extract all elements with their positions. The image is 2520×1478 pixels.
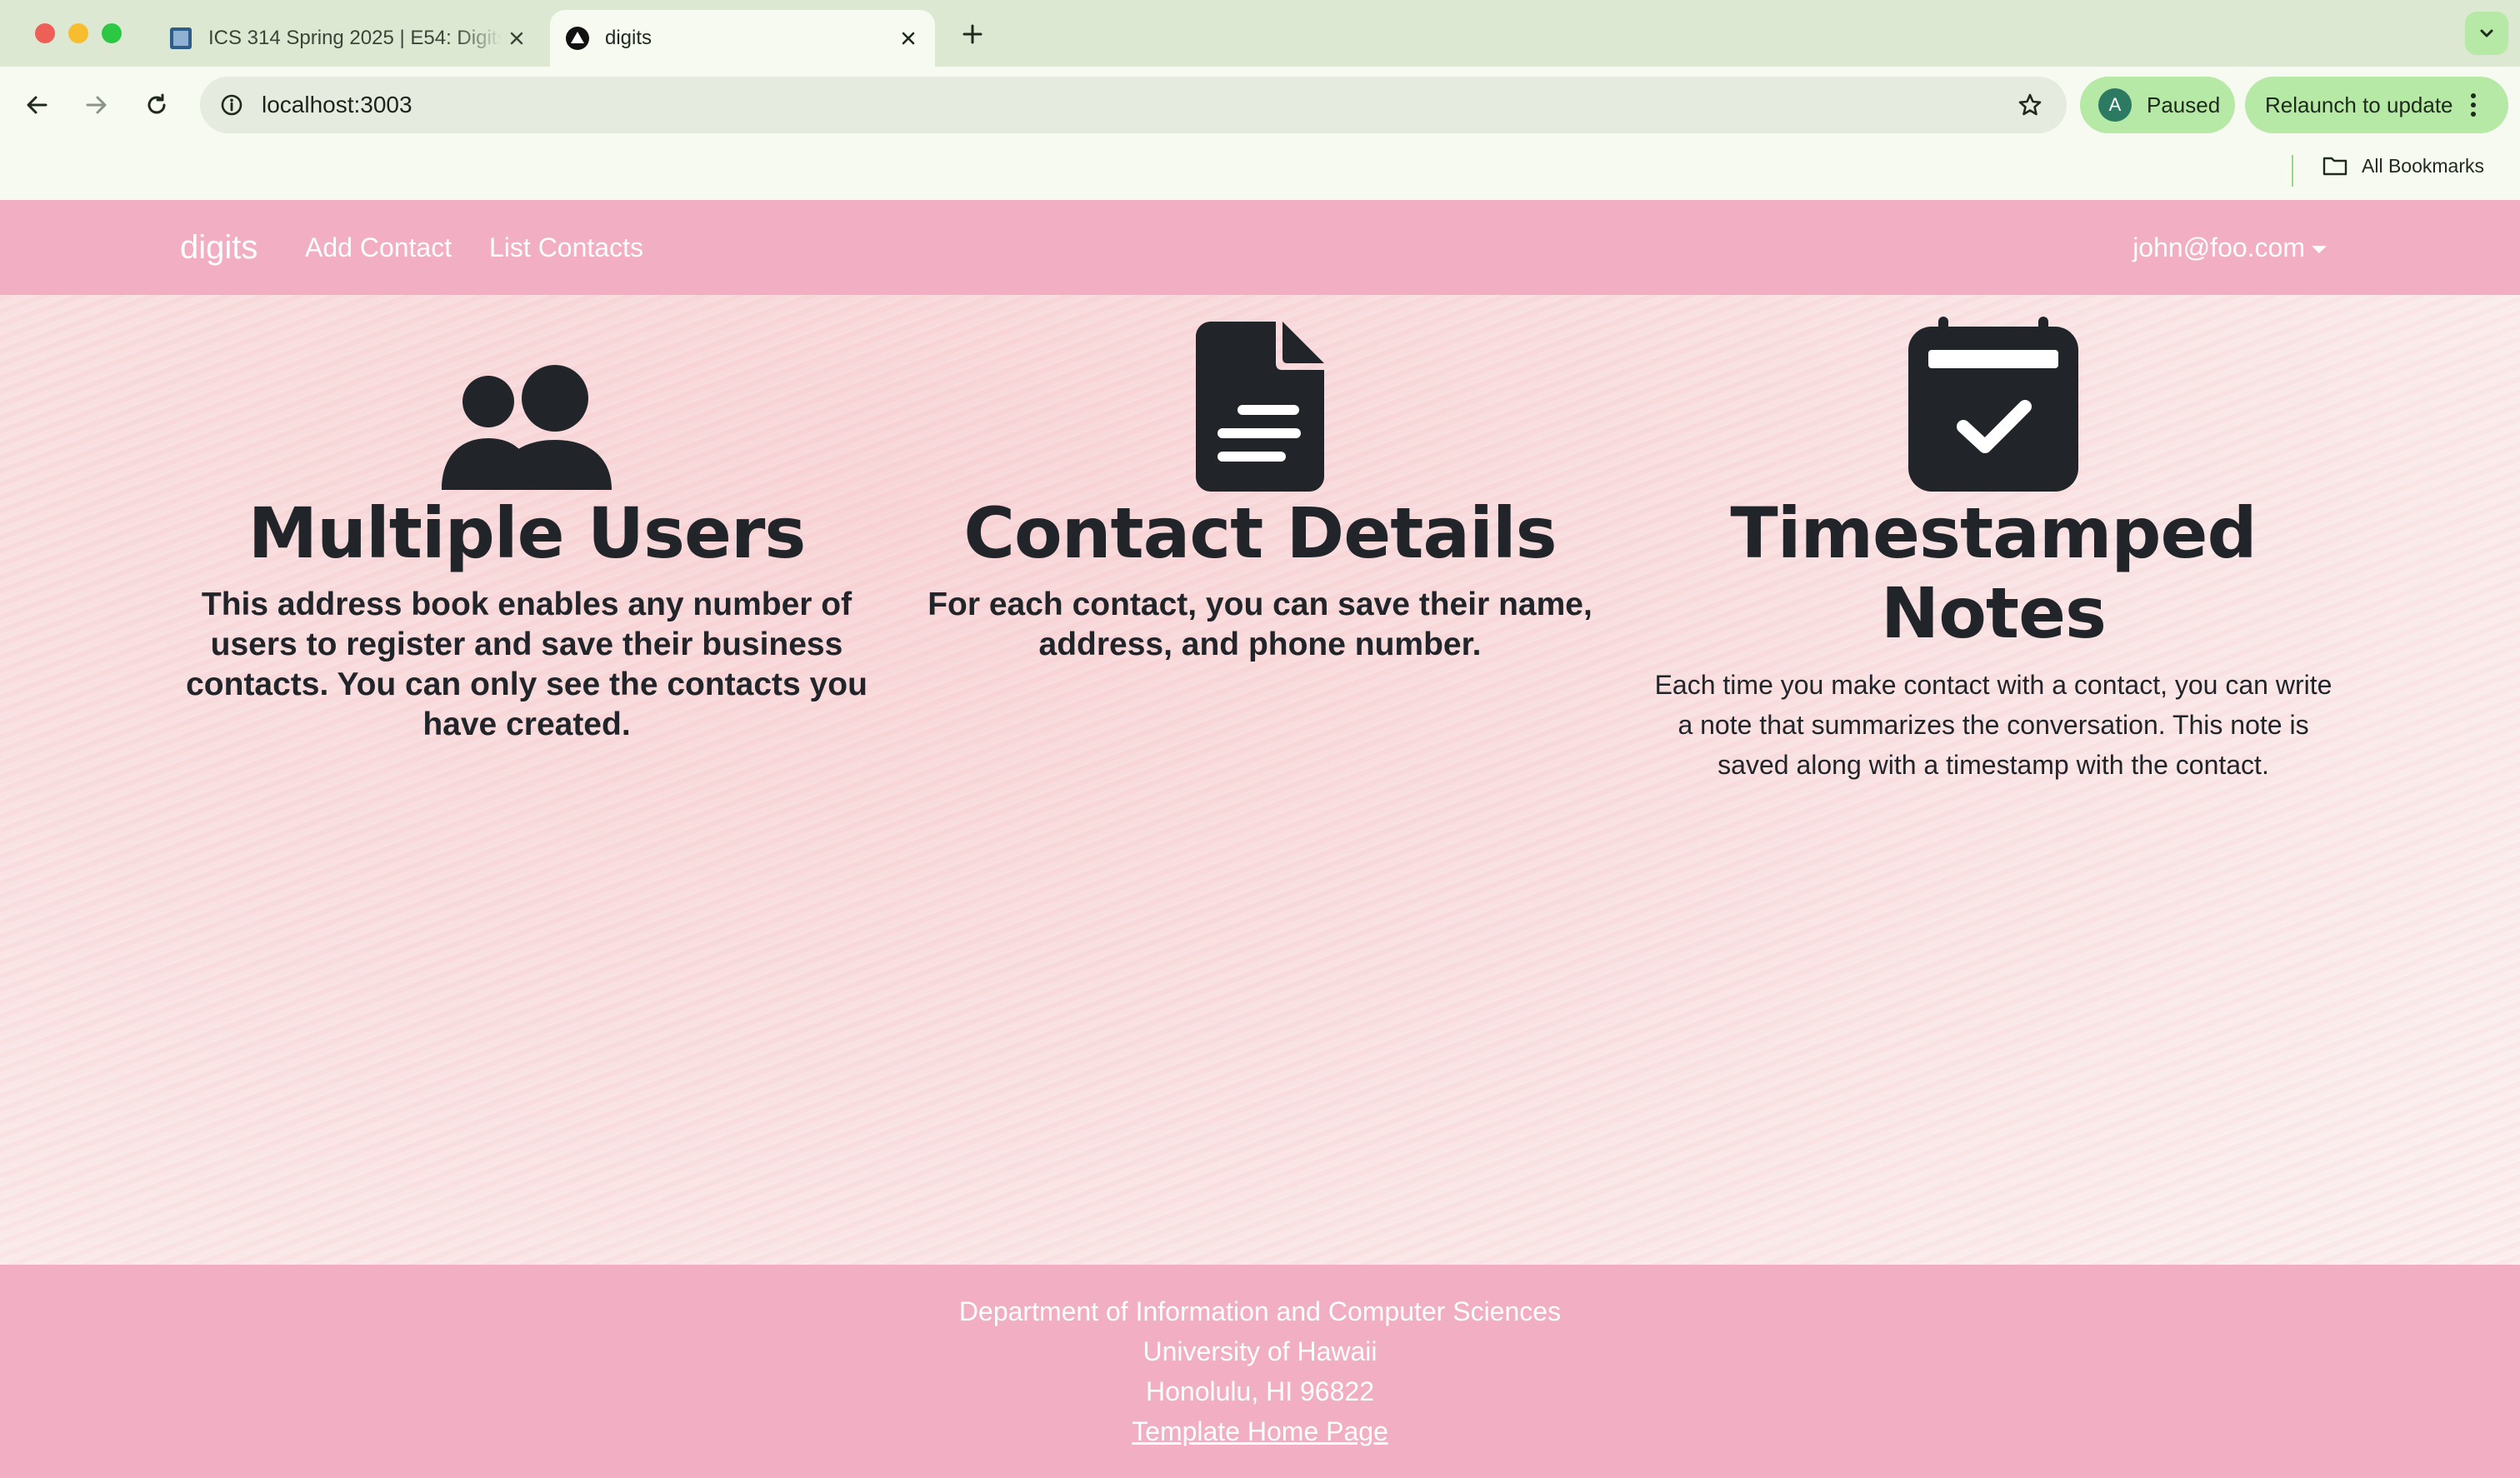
new-tab-plus-icon[interactable] [955,17,990,52]
template-home-link[interactable]: Template Home Page [1132,1416,1388,1446]
browser-toolbar: localhost:3003 A Paused Relaunch to upda… [0,67,2520,143]
caret-down-icon [2312,245,2327,253]
bookmarks-bar: All Bookmarks [0,143,2520,200]
window-minimize-button[interactable] [68,23,88,43]
feature-title: Contact Details [963,492,1557,574]
triangle-logo-icon [565,26,590,51]
forward-arrow-icon[interactable] [77,85,117,125]
feature-title: Multiple Users [248,492,807,574]
feature-description: This address book enables any number of … [186,587,868,742]
user-email: john@foo.com [2132,232,2305,262]
footer-address: Honolulu, HI 96822 [1146,1376,1374,1406]
course-site-favicon-icon [168,26,193,51]
file-lines-icon [902,320,1618,492]
bookmarks-divider [2292,155,2293,187]
close-icon[interactable] [502,23,532,53]
browser-tab-strip: ICS 314 Spring 2025 | E54: Digits digits [0,0,2520,67]
tab-search-chevron-down-icon[interactable] [2465,12,2508,55]
footer-department: Department of Information and Computer S… [958,1296,1562,1326]
profile-paused-button[interactable]: A Paused [2080,77,2235,133]
user-dropdown[interactable]: john@foo.com [2132,200,2327,295]
bookmark-star-icon[interactable] [2012,87,2048,123]
tab-digits[interactable]: digits [550,10,935,67]
relaunch-to-update-button[interactable]: Relaunch to update [2245,77,2508,133]
page-viewport: digits Add Contact List Contacts john@fo… [0,200,2520,1478]
all-bookmarks-label: All Bookmarks [2362,154,2484,177]
site-footer: Department of Information and Computer S… [0,1265,2520,1478]
avatar: A [2098,88,2132,122]
more-vertical-icon[interactable] [2468,93,2478,117]
footer-university: University of Hawaii [1142,1336,1378,1366]
close-icon[interactable] [893,23,923,53]
nav-add-contact[interactable]: Add Contact [305,200,452,295]
tab-title: ICS 314 Spring 2025 | E54: Digits [208,27,502,49]
calendar-check-icon [1635,317,2352,492]
window-close-button[interactable] [35,23,55,43]
feature-description: For each contact, you can save their nam… [928,587,1592,662]
address-url: localhost:3003 [262,92,412,117]
back-arrow-icon[interactable] [17,85,57,125]
nav-list-contacts[interactable]: List Contacts [489,200,643,295]
window-zoom-button[interactable] [102,23,122,43]
feature-description: Each time you make contact with a contac… [1654,670,2332,780]
feature-title: Timestamped Notes [1730,492,2257,654]
tab-title: digits [605,27,652,49]
feature-contact-details: Contact Details For each contact, you ca… [902,320,1618,665]
site-info-icon[interactable] [215,88,248,122]
paused-label: Paused [2147,92,2221,117]
reload-icon[interactable] [137,85,177,125]
tab-ics314[interactable]: ICS 314 Spring 2025 | E54: Digits [152,10,543,67]
feature-timestamped-notes: Timestamped Notes Each time you make con… [1635,317,2352,785]
all-bookmarks-button[interactable]: All Bookmarks [2322,143,2484,188]
relaunch-label: Relaunch to update [2265,92,2453,117]
address-bar[interactable]: localhost:3003 [200,77,2067,133]
folder-icon [2322,157,2348,176]
site-navbar: digits Add Contact List Contacts john@fo… [0,200,2520,295]
feature-multiple-users: Multiple Users This address book enables… [168,320,885,745]
users-icon [168,320,885,492]
brand-link[interactable]: digits [180,200,258,295]
